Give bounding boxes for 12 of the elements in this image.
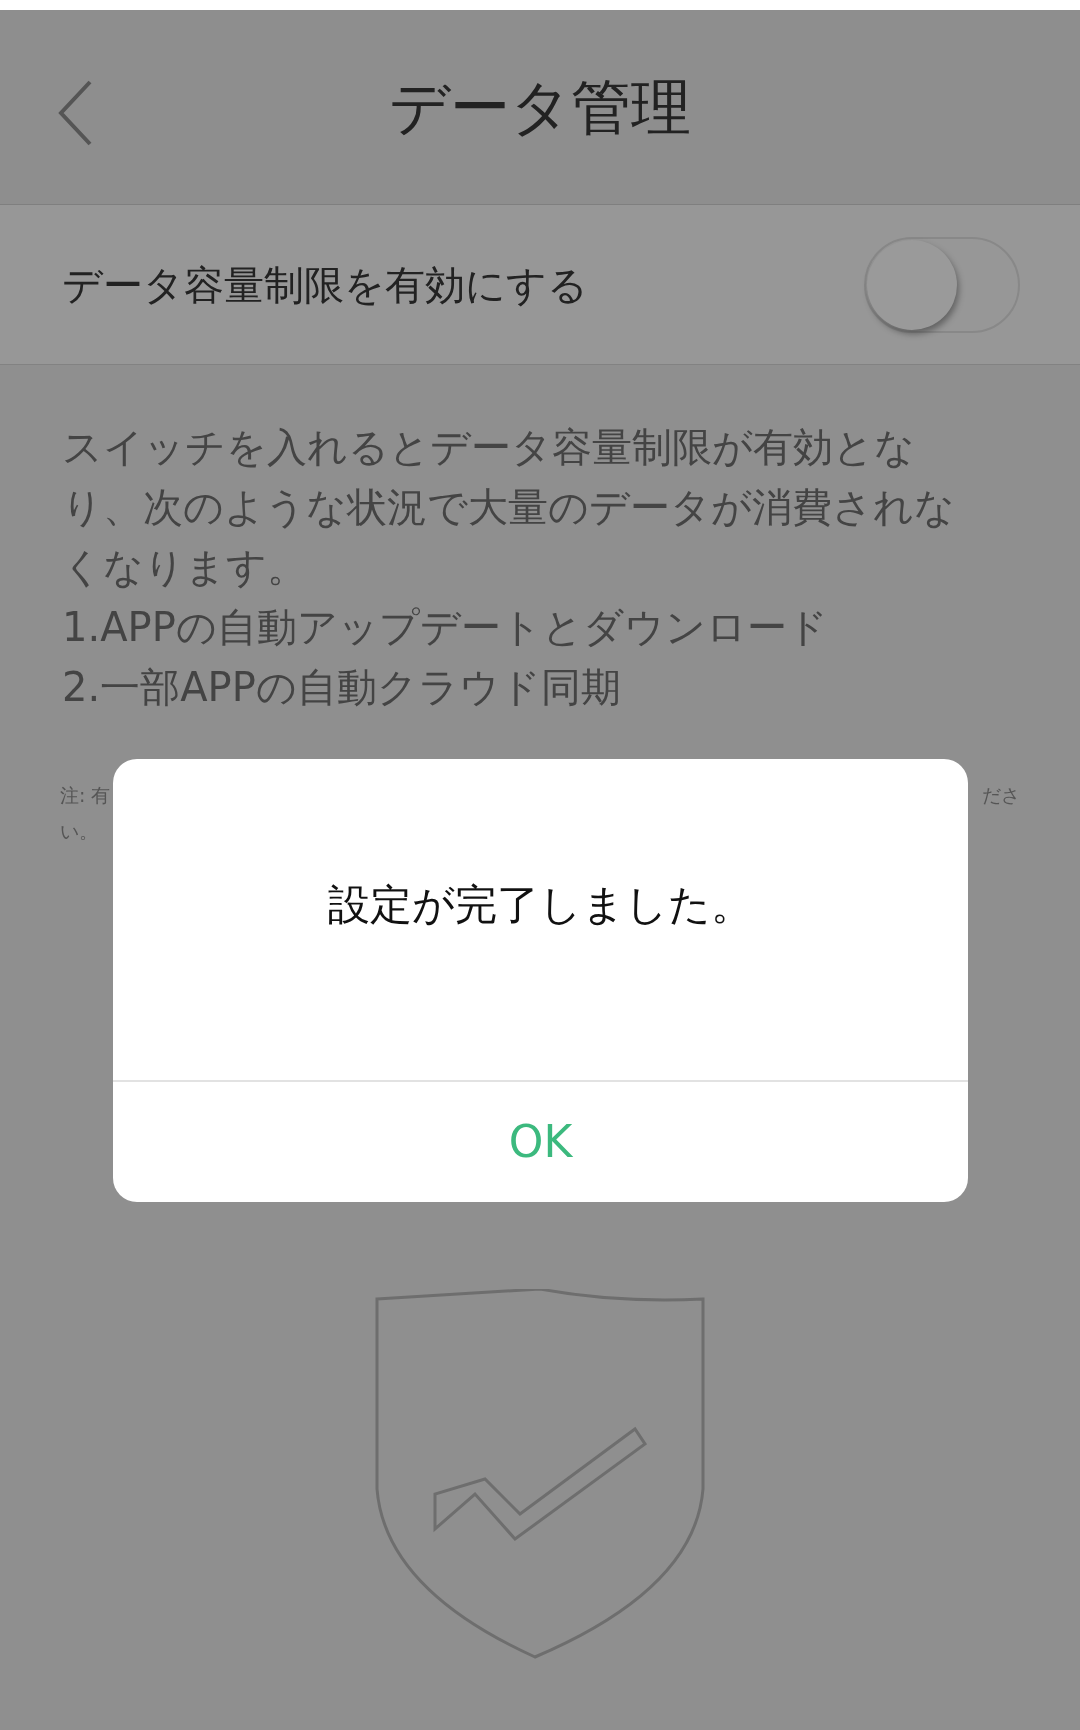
description-text: スイッチを入れるとデータ容量制限が有効となり、次のような状況で大量のデータが消費されなくなります。 [62, 423, 956, 592]
back-icon[interactable] [58, 80, 92, 146]
shield-icon [375, 1289, 705, 1659]
page-title: データ管理 [389, 71, 691, 144]
setting-label: データ容量制限を有効にする [62, 260, 588, 310]
ok-button[interactable]: OK [113, 1082, 968, 1202]
description-text: 2.一部APPの自動クラウド同期 [62, 663, 622, 712]
note-text: ださ [982, 783, 1020, 808]
note-text: い。 [60, 820, 98, 842]
note-text: 注: 有 [60, 783, 111, 808]
dialog-message: 設定が完了しました。 [328, 879, 753, 931]
description-text: 1.APPの自動アップデートとダウンロード [62, 603, 829, 652]
